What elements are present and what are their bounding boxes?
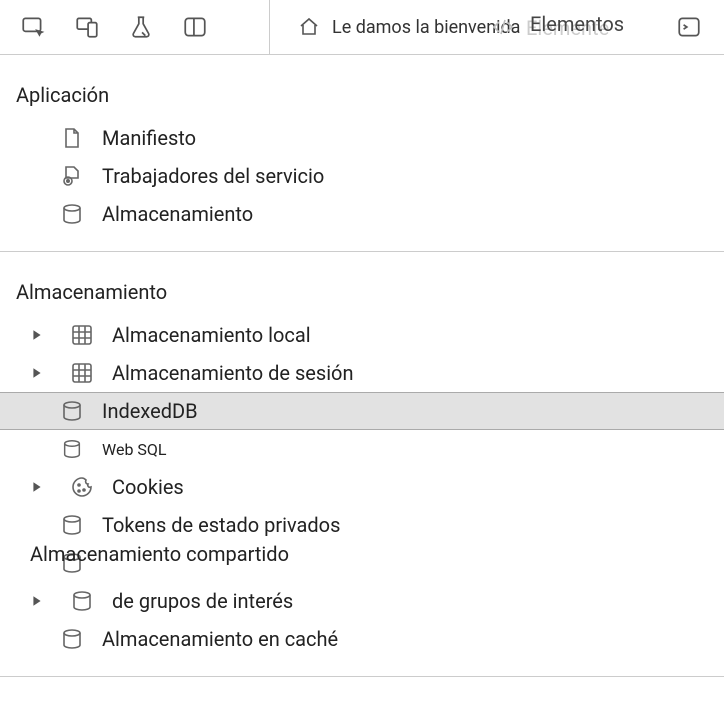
device-toggle-icon[interactable]	[74, 14, 100, 40]
section-storage-header: Almacenamiento	[0, 280, 724, 304]
file-icon	[60, 126, 84, 150]
tab-welcome[interactable]: Le damos la bienvenida	[296, 14, 520, 40]
tree-item-local-storage[interactable]: Almacenamiento local	[0, 316, 724, 354]
devtools-toolbar: Le damos la bienvenida Elemente Elemento…	[0, 0, 724, 55]
tree-item-service-workers[interactable]: Trabajadores del servicio	[0, 157, 724, 195]
tree-label: Cookies	[112, 475, 184, 499]
section-divider	[0, 676, 724, 677]
tree-label: Trabajadores del servicio	[102, 164, 324, 188]
expander-icon[interactable]	[30, 594, 44, 608]
application-panel: Aplicación Manifiesto Trabajadores del s…	[0, 55, 724, 677]
expander-icon[interactable]	[30, 480, 44, 494]
tree-label: Manifiesto	[102, 126, 196, 150]
database-icon	[70, 589, 94, 613]
tree-item-indexeddb[interactable]: IndexedDB	[0, 392, 724, 430]
code-icon	[490, 14, 516, 40]
database-icon	[60, 437, 84, 461]
tree-item-cache-storage[interactable]: Almacenamiento en caché	[0, 620, 724, 658]
tree-item-interest-groups[interactable]: de grupos de interés	[0, 582, 724, 620]
tree-label: Web SQL	[102, 440, 167, 459]
gear-badge-icon	[60, 164, 84, 188]
tree-label: Almacenamiento	[102, 202, 253, 226]
tree-label: Almacenamiento local	[112, 323, 311, 347]
database-icon	[60, 399, 84, 423]
tree-label: IndexedDB	[102, 399, 198, 423]
database-icon	[60, 202, 84, 226]
database-icon	[60, 513, 84, 537]
console-icon[interactable]	[676, 14, 702, 40]
tree-label: de grupos de interés	[112, 589, 293, 613]
tree-label: Almacenamiento en caché	[102, 627, 338, 651]
toolbar-left-group	[0, 0, 270, 54]
grid-icon	[70, 323, 94, 347]
tree-label: Almacenamiento compartido	[30, 542, 289, 566]
section-divider	[0, 251, 724, 252]
tree-item-session-storage[interactable]: Almacenamiento de sesión	[0, 354, 724, 392]
panel-layout-icon[interactable]	[182, 14, 208, 40]
inspect-icon[interactable]	[20, 14, 46, 40]
tree-label: Tokens de estado privados	[102, 513, 340, 537]
expander-icon[interactable]	[30, 366, 44, 380]
grid-icon	[70, 361, 94, 385]
expander-icon[interactable]	[30, 328, 44, 342]
tree-item-websql[interactable]: Web SQL	[0, 430, 724, 468]
tab-elements-label[interactable]: Elementos	[530, 12, 624, 36]
tree-item-cookies[interactable]: Cookies	[0, 468, 724, 506]
database-icon	[60, 627, 84, 651]
tree-item-shared-storage[interactable]: Almacenamiento compartido	[0, 544, 724, 582]
tree-item-private-state-tokens[interactable]: Tokens de estado privados	[0, 506, 724, 544]
home-icon	[296, 14, 322, 40]
section-application-header: Aplicación	[0, 83, 724, 107]
cookie-icon	[70, 475, 94, 499]
toolbar-tabs: Le damos la bienvenida Elemente Elemento…	[270, 0, 724, 54]
tree-item-storage[interactable]: Almacenamiento	[0, 195, 724, 233]
flask-icon[interactable]	[128, 14, 154, 40]
tree-label: Almacenamiento de sesión	[112, 361, 354, 385]
tree-item-manifest[interactable]: Manifiesto	[0, 119, 724, 157]
